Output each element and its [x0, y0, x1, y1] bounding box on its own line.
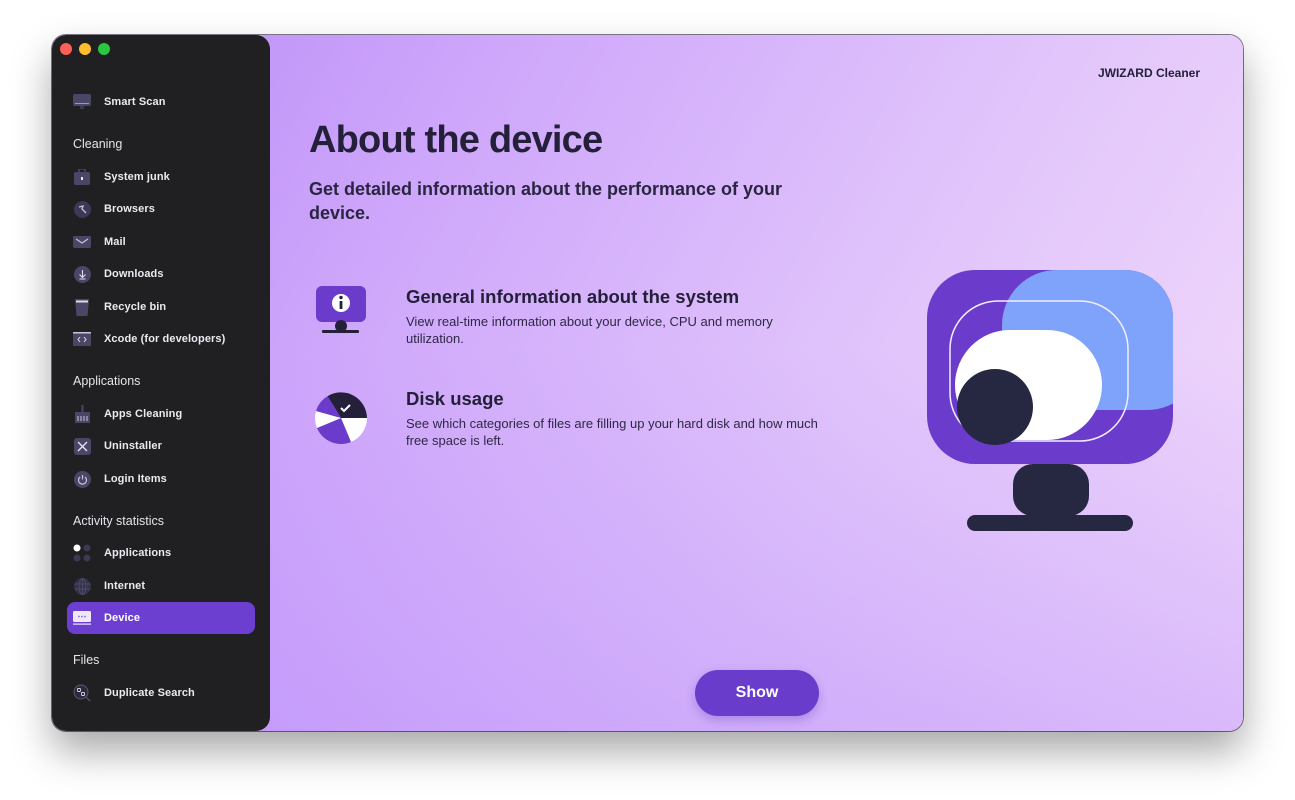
sidebar-item-xcode[interactable]: Xcode (for developers): [67, 323, 255, 355]
sidebar-item-smart-scan[interactable]: Smart Scan: [67, 86, 255, 118]
sidebar-item-label: Device: [104, 612, 141, 624]
app-window: Smart Scan Cleaning System junk Browsers…: [52, 35, 1243, 731]
sidebar-item-mail[interactable]: Mail: [67, 226, 255, 258]
illustration-navy-circle: [957, 369, 1033, 445]
section-title-cleaning: Cleaning: [73, 137, 123, 151]
sidebar-item-label: Login Items: [104, 473, 167, 485]
sidebar-item-label: Downloads: [104, 268, 164, 280]
sidebar-item-duplicate-search[interactable]: Duplicate Search: [67, 677, 255, 709]
section-title-files: Files: [73, 653, 100, 667]
sidebar-item-label: Smart Scan: [104, 96, 166, 108]
compass-icon: [73, 200, 91, 218]
apps-grid-icon: [73, 544, 91, 562]
sidebar-item-label: Applications: [104, 547, 172, 559]
feature-title: Disk usage: [406, 388, 504, 409]
sidebar: Smart Scan Cleaning System junk Browsers…: [52, 35, 270, 731]
globe-icon: [73, 577, 91, 595]
sidebar-item-downloads[interactable]: Downloads: [67, 258, 255, 290]
illustration-stand: [1013, 464, 1089, 516]
sidebar-item-recycle-bin[interactable]: Recycle bin: [67, 291, 255, 323]
briefcase-icon: [73, 168, 91, 186]
section-title-applications: Applications: [73, 374, 141, 388]
sidebar-item-apps-cleaning[interactable]: Apps Cleaning: [67, 398, 255, 430]
show-button[interactable]: Show: [695, 670, 819, 716]
trash-icon: [73, 298, 91, 316]
feature-title: General information about the system: [406, 286, 740, 307]
sidebar-item-internet[interactable]: Internet: [67, 570, 255, 602]
sidebar-item-label: Browsers: [104, 203, 155, 215]
x-box-icon: [73, 437, 91, 455]
sidebar-item-browsers[interactable]: Browsers: [67, 193, 255, 225]
sidebar-item-label: System junk: [104, 171, 170, 183]
close-window-button[interactable]: [60, 43, 72, 55]
device-illustration: [922, 265, 1182, 550]
duplicate-search-icon: [73, 684, 91, 702]
feature-description: View real-time information about your de…: [406, 314, 773, 346]
page-subtitle: Get detailed information about the perfo…: [309, 179, 783, 223]
zoom-window-button[interactable]: [98, 43, 110, 55]
minimize-window-button[interactable]: [79, 43, 91, 55]
window-controls: [60, 43, 110, 55]
feature-description: See which categories of files are fillin…: [406, 416, 818, 448]
sidebar-item-label: Xcode (for developers): [104, 333, 226, 345]
sidebar-item-system-junk[interactable]: System junk: [67, 161, 255, 193]
sidebar-item-applications-stats[interactable]: Applications: [67, 537, 255, 569]
sidebar-item-label: Duplicate Search: [104, 687, 195, 699]
mail-icon: [73, 233, 91, 251]
download-icon: [73, 265, 91, 283]
page-title: About the device: [309, 119, 603, 161]
monitor-icon: [73, 93, 91, 111]
illustration-base: [967, 515, 1133, 531]
sidebar-item-label: Internet: [104, 580, 146, 592]
sidebar-item-device[interactable]: Device: [67, 602, 255, 634]
code-icon: [73, 330, 91, 348]
pie-chart-check-icon: [309, 388, 369, 448]
sidebar-item-uninstaller[interactable]: Uninstaller: [67, 430, 255, 462]
sidebar-item-label: Apps Cleaning: [104, 408, 183, 420]
sidebar-item-label: Recycle bin: [104, 301, 167, 313]
app-brand: JWIZARD Cleaner: [1097, 66, 1200, 80]
sidebar-item-label: Uninstaller: [104, 440, 162, 452]
sidebar-item-label: Mail: [104, 236, 126, 248]
device-icon: [73, 609, 91, 627]
power-icon: [73, 470, 91, 488]
sidebar-item-login-items[interactable]: Login Items: [67, 463, 255, 495]
section-title-activity-statistics: Activity statistics: [73, 514, 164, 528]
monitor-info-icon: [309, 286, 369, 346]
broom-icon: [73, 405, 91, 423]
